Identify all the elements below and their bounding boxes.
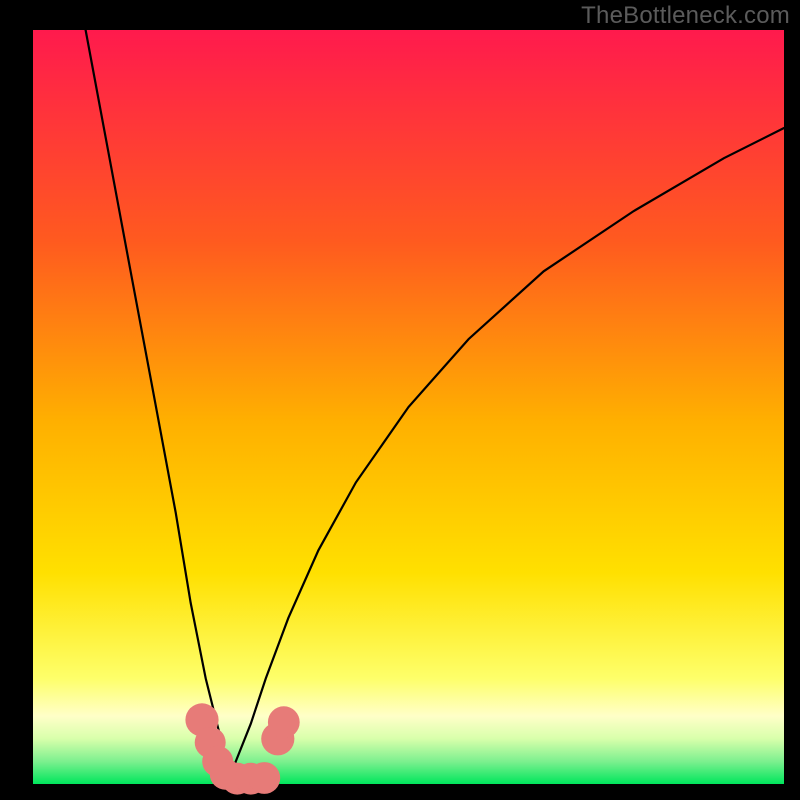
bottleneck-chart [0, 0, 800, 800]
highlight-blob [248, 762, 280, 794]
watermark-text: TheBottleneck.com [581, 2, 790, 30]
chart-stage: TheBottleneck.com [0, 0, 800, 800]
highlight-blob [268, 706, 300, 738]
